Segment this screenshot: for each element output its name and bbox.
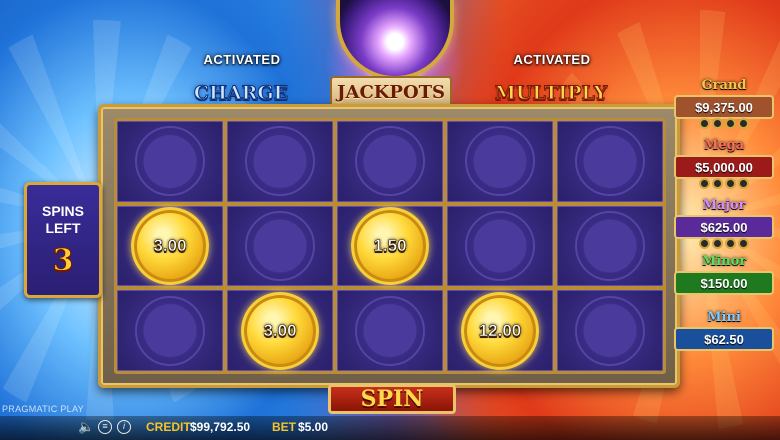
grid-cell <box>337 290 443 371</box>
coin-value: 3.00 <box>263 320 297 340</box>
charge-status: ACTIVATED <box>203 52 281 67</box>
jackpot-minor: Minor $150.00 <box>674 254 774 295</box>
jackpot-progress-dots <box>674 118 774 129</box>
grid-cell <box>557 121 663 202</box>
progress-dot <box>725 178 736 189</box>
grid-cell <box>447 205 553 287</box>
menu-icon[interactable]: ≡ <box>98 420 112 434</box>
progress-dot <box>699 238 710 249</box>
coin-symbol: 3.00 <box>131 206 209 285</box>
jackpot-value: $62.50 <box>674 327 774 351</box>
grid-cell <box>337 121 443 202</box>
reel-grid: 3.00 1.50 3.00 12.00 <box>114 118 666 374</box>
spins-left-panel: SPINS LEFT 3 <box>24 182 102 298</box>
progress-dot <box>699 118 710 129</box>
progress-dot <box>712 238 723 249</box>
jackpot-name: Major <box>702 198 746 213</box>
bet-label: BET <box>272 420 296 434</box>
spin-button[interactable]: SPIN <box>328 384 456 414</box>
coin-symbol: 1.50 <box>351 206 429 285</box>
jackpot-value: $9,375.00 <box>674 95 774 119</box>
jackpot-name: Mini <box>707 310 741 325</box>
coin-value: 3.00 <box>153 235 187 256</box>
coin-symbol: 3.00 <box>241 291 319 370</box>
credit-value: $99,792.50 <box>190 420 251 434</box>
coin-value: 12.00 <box>478 320 522 340</box>
grid-cell <box>227 121 333 202</box>
grid-cell <box>117 290 223 371</box>
progress-dot <box>738 118 749 129</box>
jackpot-mini: Mini $62.50 <box>674 310 774 351</box>
info-icon[interactable]: i <box>117 420 131 434</box>
grid-cell: 1.50 <box>337 205 443 287</box>
jackpot-progress-dots <box>674 178 774 189</box>
spins-label-line1: SPINS <box>41 203 84 219</box>
grid-cell: 12.00 <box>447 290 553 371</box>
multiply-title: MULTIPLY <box>494 82 608 105</box>
spins-count: 3 <box>52 243 74 279</box>
jackpot-value: $5,000.00 <box>674 155 774 179</box>
jackpot-major: Major $625.00 <box>674 198 774 249</box>
jackpot-grand: Grand $9,375.00 <box>674 78 774 129</box>
grid-cell <box>227 205 333 287</box>
jackpot-name: Grand <box>701 78 747 93</box>
grid-cell: 3.00 <box>117 205 223 287</box>
progress-dot <box>712 178 723 189</box>
grid-cell <box>557 290 663 371</box>
speaker-icon[interactable]: 🔈 <box>78 420 94 434</box>
progress-dot <box>738 238 749 249</box>
coin-value: 1.50 <box>373 235 407 256</box>
jackpot-value: $625.00 <box>674 215 774 239</box>
coin-symbol: 12.00 <box>461 291 539 370</box>
multiply-status: ACTIVATED <box>513 52 591 67</box>
jackpot-name: Mega <box>703 138 745 153</box>
progress-dot <box>712 118 723 129</box>
brand-logo: PRAGMATIC PLAY <box>2 404 84 414</box>
progress-dot <box>699 178 710 189</box>
progress-dot <box>725 118 736 129</box>
progress-dot <box>725 238 736 249</box>
grid-cell <box>447 121 553 202</box>
jackpot-mega: Mega $5,000.00 <box>674 138 774 189</box>
credit-label: CREDIT <box>146 420 191 434</box>
grid-cell <box>557 205 663 287</box>
bet-value[interactable]: $5.00 <box>298 420 328 434</box>
progress-dot <box>738 178 749 189</box>
spins-label-line2: LEFT <box>45 220 81 236</box>
charge-title: CHARGE <box>193 82 289 105</box>
grid-cell <box>117 121 223 202</box>
jackpot-name: Minor <box>701 254 747 269</box>
jackpot-value: $150.00 <box>674 271 774 295</box>
jackpot-progress-dots <box>674 238 774 249</box>
grid-cell: 3.00 <box>227 290 333 371</box>
